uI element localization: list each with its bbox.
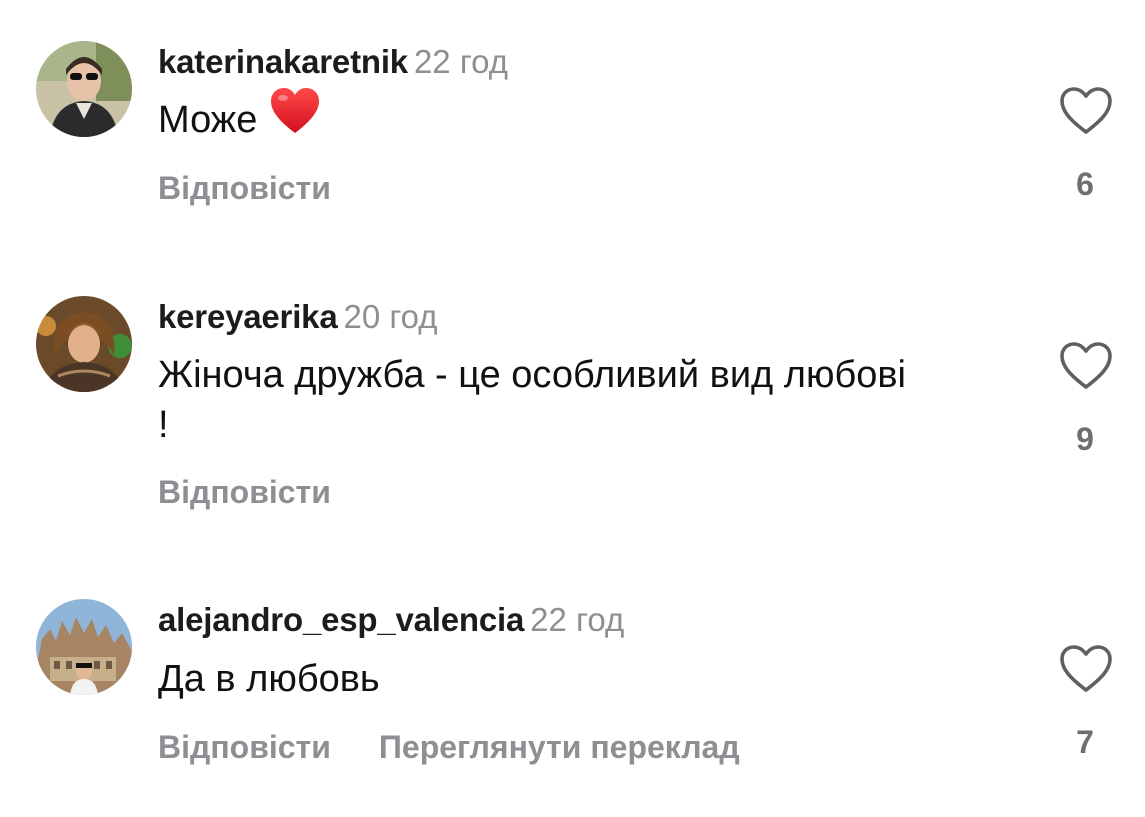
comment-item: alejandro_esp_valencia 22 год Да в любовь… [0,0,1145,817]
comment-text: Да в любовь [158,654,918,704]
user-avatar-icon [36,599,132,695]
see-translation-button[interactable]: Переглянути переклад [379,727,740,767]
comment-actions: Відповісти Переглянути переклад [158,727,740,767]
reply-button[interactable]: Відповісти [158,727,331,767]
comment-text-content: Да в любовь [158,658,380,700]
like-count: 7 [1076,724,1094,760]
comment-header: alejandro_esp_valencia 22 год [158,600,624,640]
heart-outline-icon [1060,645,1112,692]
like-button[interactable] [1058,644,1114,694]
avatar[interactable] [36,599,132,695]
comment-timestamp: 22 год [530,601,625,638]
username-link[interactable]: alejandro_esp_valencia [158,601,524,638]
